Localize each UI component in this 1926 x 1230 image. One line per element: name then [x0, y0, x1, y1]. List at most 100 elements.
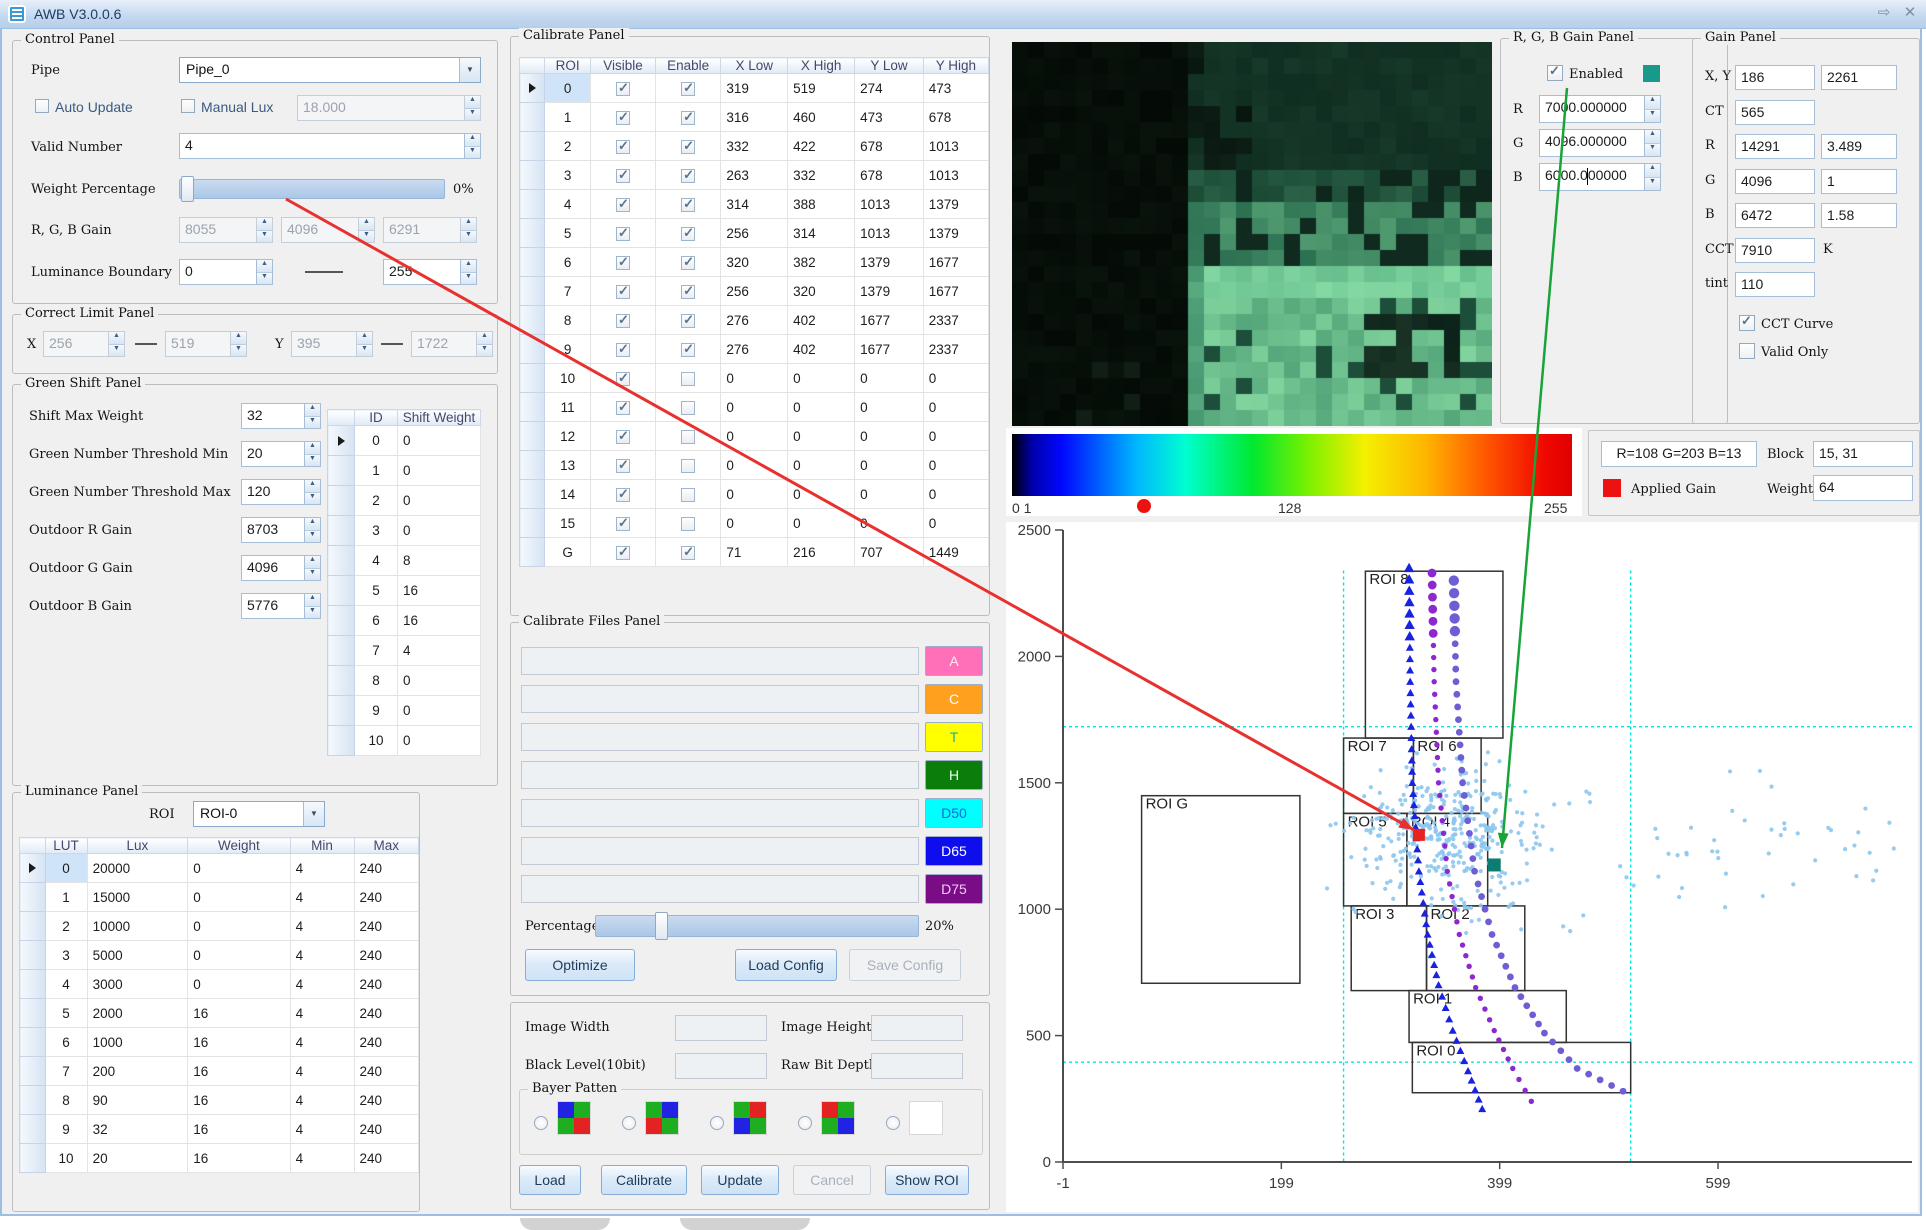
row-selector[interactable]	[20, 1144, 46, 1173]
calibrate-file-input-H[interactable]	[521, 761, 919, 789]
lum-cell[interactable]: 4	[290, 999, 354, 1028]
lum-cell[interactable]: 16	[188, 1144, 290, 1173]
enable-checkbox[interactable]	[681, 372, 695, 386]
lum-cell[interactable]: 4	[290, 970, 354, 999]
bayer-swatch-3[interactable]	[822, 1102, 854, 1134]
lum-cell[interactable]: 0	[188, 970, 290, 999]
row-selector[interactable]	[20, 883, 46, 912]
lum-cell[interactable]: 4	[290, 883, 354, 912]
x-max-spinner[interactable]: 519▲▼	[165, 331, 247, 357]
cal-cell[interactable]: 0	[923, 393, 988, 422]
illuminant-button-C[interactable]: C	[925, 684, 983, 714]
calibrate-file-input-C[interactable]	[521, 685, 919, 713]
lum-cell[interactable]: 4	[290, 1057, 354, 1086]
visible-checkbox[interactable]	[616, 343, 630, 357]
luminance-boundary-max-spinner[interactable]: 255▲▼	[383, 259, 477, 285]
lum-cell[interactable]: 4	[45, 970, 87, 999]
row-selector[interactable]	[328, 516, 355, 546]
load-button[interactable]: Load	[519, 1165, 581, 1195]
pipe-select[interactable]: Pipe_0 ▼	[179, 57, 481, 83]
lum-cell[interactable]: 0	[188, 912, 290, 941]
cal-cell[interactable]: 2337	[923, 335, 988, 364]
cal-cell[interactable]: 0	[923, 509, 988, 538]
cal-cell[interactable]: 1013	[855, 219, 924, 248]
cal-cell[interactable]: 1379	[855, 248, 924, 277]
weight-percentage-slider-handle[interactable]	[181, 176, 194, 202]
chevron-down-icon[interactable]: ▼	[303, 802, 324, 826]
enable-checkbox[interactable]	[681, 546, 695, 560]
row-selector[interactable]	[520, 422, 545, 451]
row-selector[interactable]	[328, 456, 355, 486]
cal-cell[interactable]: 332	[721, 132, 788, 161]
cal-cell[interactable]: 1677	[923, 277, 988, 306]
cal-cell[interactable]: 0	[721, 480, 788, 509]
lum-cell[interactable]: 240	[354, 1144, 418, 1173]
illuminant-button-D75[interactable]: D75	[925, 874, 983, 904]
row-selector[interactable]	[520, 248, 545, 277]
cal-cell[interactable]: 1379	[923, 190, 988, 219]
lum-cell[interactable]: 16	[188, 1086, 290, 1115]
calibrate-button[interactable]: Calibrate	[601, 1165, 687, 1195]
g-gain-spinner[interactable]: 4096▲▼	[281, 217, 375, 243]
raw-image-preview[interactable]	[1012, 42, 1492, 426]
optimize-button[interactable]: Optimize	[525, 949, 635, 981]
cal-cell[interactable]: 707	[855, 538, 924, 567]
lum-cell[interactable]: 4	[290, 1028, 354, 1057]
lum-cell[interactable]: 5	[45, 999, 87, 1028]
visible-checkbox[interactable]	[616, 401, 630, 415]
cal-cell[interactable]: 678	[855, 132, 924, 161]
cal-cell[interactable]: 1013	[855, 190, 924, 219]
manual-lux-spinner[interactable]: 18.000 ▲▼	[297, 95, 481, 121]
lum-cell[interactable]: 2000	[87, 999, 188, 1028]
calibrate-file-input-T[interactable]	[521, 723, 919, 751]
enable-checkbox[interactable]	[681, 140, 695, 154]
cal-cell[interactable]: 460	[788, 103, 855, 132]
roi-box[interactable]	[1142, 796, 1300, 984]
enable-checkbox[interactable]	[681, 401, 695, 415]
enable-checkbox[interactable]	[681, 488, 695, 502]
lum-cell[interactable]: 4	[290, 1086, 354, 1115]
row-selector[interactable]	[520, 161, 545, 190]
visible-checkbox[interactable]	[616, 488, 630, 502]
illuminant-button-D50[interactable]: D50	[925, 798, 983, 828]
enable-checkbox[interactable]	[681, 517, 695, 531]
cal-cell[interactable]: 0	[721, 393, 788, 422]
lum-cell[interactable]: 240	[354, 941, 418, 970]
cal-cell[interactable]: 0	[721, 451, 788, 480]
lum-cell[interactable]: 15000	[87, 883, 188, 912]
rgb-g-spinner[interactable]: 4096.000000▲▼	[1539, 129, 1661, 157]
cal-cell[interactable]: 320	[721, 248, 788, 277]
gs-shift-weight[interactable]: 16	[398, 606, 481, 636]
visible-checkbox[interactable]	[616, 169, 630, 183]
row-selector[interactable]	[520, 451, 545, 480]
gs-shift-weight[interactable]: 8	[398, 546, 481, 576]
lum-cell[interactable]: 0	[188, 941, 290, 970]
illuminant-button-H[interactable]: H	[925, 760, 983, 790]
lum-cell[interactable]: 0	[45, 854, 87, 883]
cal-cell[interactable]: 314	[788, 219, 855, 248]
row-selector[interactable]	[20, 1057, 46, 1086]
image-height-input[interactable]	[871, 1015, 963, 1041]
lum-cell[interactable]: 4	[290, 941, 354, 970]
lum-cell[interactable]: 8	[45, 1086, 87, 1115]
cal-cell[interactable]: 216	[788, 538, 855, 567]
cal-cell[interactable]: 0	[788, 393, 855, 422]
row-selector[interactable]	[520, 74, 545, 103]
visible-checkbox[interactable]	[616, 198, 630, 212]
row-selector[interactable]	[328, 636, 355, 666]
cal-cell[interactable]: 0	[923, 364, 988, 393]
row-selector[interactable]	[328, 576, 355, 606]
row-selector[interactable]	[520, 538, 545, 567]
show-roi-button[interactable]: Show ROI	[885, 1165, 969, 1195]
raw-bit-depth-input[interactable]	[871, 1053, 963, 1079]
bayer-swatch-1[interactable]	[646, 1102, 678, 1134]
rgb-gain-enabled-checkbox[interactable]	[1547, 65, 1563, 81]
bayer-radio-1[interactable]	[622, 1116, 636, 1130]
cal-cell[interactable]: 2337	[923, 306, 988, 335]
visible-checkbox[interactable]	[616, 517, 630, 531]
cal-cell[interactable]: 382	[788, 248, 855, 277]
lum-cell[interactable]: 0	[188, 854, 290, 883]
calibrate-file-input-D65[interactable]	[521, 837, 919, 865]
row-selector[interactable]	[20, 912, 46, 941]
cal-cell[interactable]: 402	[788, 335, 855, 364]
